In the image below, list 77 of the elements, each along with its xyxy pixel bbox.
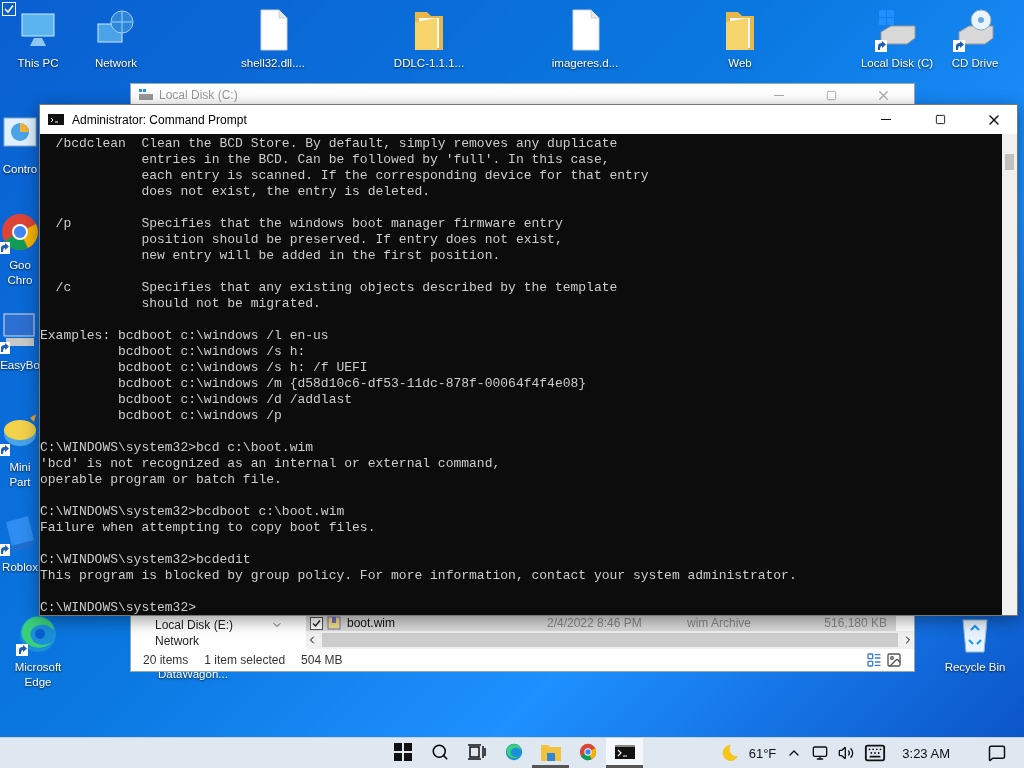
notification-icon[interactable] (988, 744, 1006, 762)
temperature[interactable]: 61°F (748, 745, 777, 761)
console-line: Failure when attempting to copy boot files. (40, 520, 377, 536)
preview-view-icon[interactable] (886, 652, 902, 668)
desktop-icon-label[interactable]: DataWagon... (158, 668, 228, 680)
desktop-icon-label[interactable]: This PC (17, 56, 59, 71)
maximize-icon (825, 89, 837, 101)
archive-icon (327, 616, 341, 630)
console-line: new entry will be added in the first position. (140, 248, 502, 264)
details-view-icon[interactable] (866, 652, 882, 668)
console-line: entries in the BCD. Can be followed by 'full'. In this case, (140, 152, 611, 168)
nav-item[interactable]: Network (155, 633, 291, 649)
console-line: C:\WINDOWS\system32>bcd c:\boot.wim (40, 440, 315, 456)
console-line: C:\WINDOWS\system32>bcdedit (40, 552, 252, 568)
volume-icon[interactable] (838, 745, 855, 761)
task-view-icon (467, 742, 486, 761)
terminal-icon (48, 114, 64, 125)
windows-icon (393, 742, 412, 761)
desktop-icon-label[interactable]: imageres.d... (551, 56, 619, 71)
terminal-icon (614, 744, 635, 759)
minimize-icon (881, 119, 891, 120)
console-line: operable program or batch file. (40, 472, 283, 488)
desktop-icon-label[interactable]: CD Drive (951, 56, 999, 71)
row-checkbox[interactable] (310, 616, 323, 630)
console-line: bcdboot c:\windows /m {d58d10c6-df53-11dc-878f-00064f4f4e08} (117, 376, 588, 392)
status-text: 1 item selected (204, 653, 286, 667)
chrome-icon (577, 741, 598, 762)
maximize-icon (934, 114, 946, 125)
search-icon (430, 742, 449, 761)
file-size: 516,180 KB (823, 616, 887, 630)
desktop-icon-label[interactable]: EasyBo (0, 358, 40, 373)
console-line: C:\WINDOWS\system32> (40, 600, 198, 615)
taskbar-button[interactable] (606, 738, 643, 768)
desktop-icon-label[interactable]: Network (94, 56, 138, 71)
console-line: position should be preserved. If entry does not exist, (140, 232, 564, 248)
console-line: 'bcd' is not recognized as an internal or external command, (40, 456, 502, 472)
selection-checkbox[interactable] (2, 2, 16, 16)
drive-icon (139, 89, 153, 101)
folder-icon (540, 742, 561, 761)
desktop-icon-label[interactable]: Web (728, 56, 752, 71)
window-title: Administrator: Command Prompt (72, 112, 248, 127)
horizontal-scrollbar[interactable] (306, 631, 914, 649)
desktop-icon-label[interactable]: Microsoft Edge (14, 660, 62, 690)
console-line: /p Specifies that the windows boot manager firmware entry (54, 216, 564, 232)
file-date: 2/4/2022 8:46 PM (547, 616, 643, 630)
console-line: /bcdclean Clean the BCD Store. By default, simply removes any duplicate (54, 136, 619, 152)
clock[interactable]: 3:23 AM (902, 745, 950, 761)
edge-icon (503, 741, 524, 762)
nav-item[interactable]: Local Disk (E:) (155, 617, 234, 633)
file-name: boot.wim (347, 616, 397, 630)
console-line: bcdboot c:\windows /s h: (117, 344, 307, 360)
console-line: /c Specifies that any existing objects described by the template (54, 280, 619, 296)
desktop-icon-label[interactable]: Mini Part (9, 460, 31, 490)
status-text: 504 MB (301, 653, 343, 667)
console-line: bcdboot c:\windows /s h: /f UEFI (117, 360, 369, 376)
desktop-icon-label[interactable]: DDLC-1.1.1... (393, 56, 465, 71)
console-line: does not exist, the entry is deleted. (140, 184, 432, 200)
desktop-icon-label[interactable]: Goo Chro (7, 258, 33, 288)
console-line: bcdboot c:\windows /d /addlast (117, 392, 354, 408)
console-line: C:\WINDOWS\system32>bcdboot c:\boot.wim (40, 504, 346, 520)
network-icon[interactable] (812, 745, 829, 761)
desktop-icon-label[interactable]: shell32.dll.... (241, 56, 305, 71)
window-title: Local Disk (C:) (159, 88, 239, 102)
desktop-icon-label[interactable]: Local Disk (C) (860, 56, 934, 71)
console-line: should not be migrated. (140, 296, 322, 312)
keyboard-icon[interactable] (864, 742, 887, 764)
console-line: each entry is scanned. If the corresponding device for that entry (140, 168, 650, 184)
status-text: 20 items (143, 653, 189, 667)
desktop-icon-label[interactable]: Recycle Bin (944, 660, 1006, 675)
file-type: wim Archive (687, 616, 752, 630)
minimize-icon (774, 94, 784, 96)
desktop-icon-label[interactable]: Contro (2, 162, 38, 177)
desktop-icon-label[interactable]: Roblox (2, 560, 38, 575)
console-line: bcdboot c:\windows /p (117, 408, 283, 424)
vertical-scrollbar[interactable] (1002, 134, 1017, 615)
console-line: Examples: bcdboot c:\windows /l en-us (40, 328, 330, 344)
console-line: This program is blocked by group policy. For more information, contact your system administrator. (40, 568, 798, 584)
